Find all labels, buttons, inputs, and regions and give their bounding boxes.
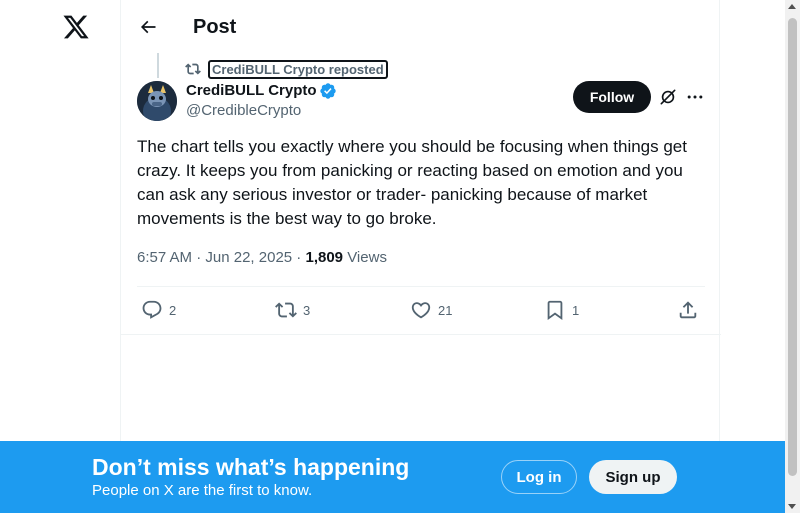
avatar[interactable]	[137, 81, 177, 121]
x-logo-icon[interactable]	[62, 13, 90, 41]
repost-icon	[185, 61, 201, 77]
grok-icon[interactable]	[658, 87, 678, 107]
banner-title: Don’t miss what’s happening	[92, 454, 410, 480]
share-button[interactable]	[677, 299, 699, 321]
repost-icon	[275, 302, 297, 318]
page-title: Post	[193, 16, 237, 38]
post-header: Post	[121, 0, 721, 53]
scroll-down-arrow-icon[interactable]	[788, 504, 796, 509]
scrollbar-thumb[interactable]	[788, 18, 797, 476]
bookmark-button[interactable]: 1	[544, 299, 579, 321]
banner-subtitle: People on X are the first to know.	[92, 482, 313, 499]
repost-button[interactable]: 3	[275, 299, 310, 321]
like-count: 21	[438, 302, 453, 318]
reply-count: 2	[169, 302, 177, 318]
verified-badge-icon	[319, 82, 337, 100]
author-handle[interactable]: @CredibleCrypto	[186, 102, 301, 120]
back-button[interactable]	[137, 16, 159, 38]
views-label: Views	[347, 249, 387, 266]
signup-banner: Don’t miss what’s happening People on X …	[0, 441, 785, 513]
scroll-up-arrow-icon[interactable]	[788, 4, 796, 9]
reply-icon	[142, 300, 162, 319]
heart-icon	[411, 302, 431, 319]
reply-button[interactable]: 2	[141, 299, 176, 321]
arrow-left-icon	[140, 20, 156, 34]
divider	[121, 334, 721, 335]
scrollbar[interactable]	[785, 0, 800, 513]
author-display-name[interactable]: CrediBULL Crypto	[186, 82, 317, 100]
signup-button[interactable]: Sign up	[589, 460, 677, 494]
repost-attribution-link[interactable]: CrediBULL Crypto reposted	[208, 60, 388, 79]
thread-line	[157, 53, 159, 78]
repost-count: 3	[303, 302, 311, 318]
follow-button[interactable]: Follow	[573, 81, 651, 113]
divider	[137, 286, 705, 287]
post-meta: 6:57 AM · Jun 22, 2025 · 1,809 Views	[137, 249, 387, 266]
login-button[interactable]: Log in	[501, 460, 577, 494]
like-button[interactable]: 21	[410, 299, 452, 321]
bookmark-count: 1	[572, 302, 580, 318]
views-count: 1,809	[305, 249, 344, 266]
post-time[interactable]: 6:57 AM	[137, 249, 192, 266]
post-date[interactable]: Jun 22, 2025	[205, 249, 292, 266]
more-options-icon[interactable]	[685, 87, 705, 107]
primary-column: Post CrediBULL Crypto reposted CrediBULL…	[120, 0, 721, 513]
post-text: The chart tells you exactly where you sh…	[137, 137, 687, 228]
share-icon	[679, 301, 697, 319]
bookmark-icon	[547, 300, 563, 321]
